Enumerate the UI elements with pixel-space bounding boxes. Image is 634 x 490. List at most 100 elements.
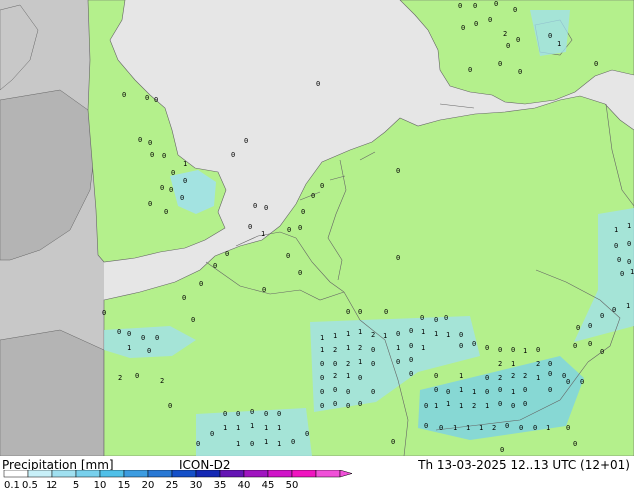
- scale-overflow-arrow: [339, 470, 353, 478]
- rain-value-mark: 0: [468, 66, 472, 74]
- rain-value-mark: 1: [236, 440, 240, 448]
- rain-value-mark: 0: [102, 309, 106, 317]
- rain-value-mark: 0: [333, 360, 337, 368]
- rain-value-mark: 0: [191, 316, 195, 324]
- scale-tick-label: 15: [118, 480, 131, 490]
- rain-value-mark: 0: [162, 152, 166, 160]
- scale-color-box: [171, 470, 197, 478]
- rain-value-mark: 2: [536, 360, 540, 368]
- rain-value-mark: 0: [566, 378, 570, 386]
- rain-value-mark: 0: [396, 330, 400, 338]
- color-scale-legend: 0.1 0.5 12 5 10 15 20 25 30 35 40 45 50: [3, 470, 353, 490]
- rain-value-mark: 0: [434, 372, 438, 380]
- scale-tick-label: 25: [166, 480, 179, 490]
- rain-value-mark: 0: [516, 36, 520, 44]
- rain-value-mark: 0: [135, 372, 139, 380]
- rain-value-mark: 0: [511, 346, 515, 354]
- scale-tick-label: 40: [238, 480, 251, 490]
- scale-tick-label: 20: [142, 480, 155, 490]
- rain-value-mark: 0: [548, 32, 552, 40]
- rain-value-mark: 0: [298, 224, 302, 232]
- rain-value-mark: 0: [566, 424, 570, 432]
- rain-value-mark: 1: [446, 400, 450, 408]
- rain-value-mark: 0: [506, 42, 510, 50]
- rain-value-mark: 0: [461, 24, 465, 32]
- rain-value-mark: 1: [453, 424, 457, 432]
- rain-value-mark: 0: [409, 342, 413, 350]
- rain-value-mark: 2: [333, 372, 337, 380]
- rain-value-mark: 1: [421, 328, 425, 336]
- rain-value-mark: 1: [630, 268, 634, 276]
- rain-value-mark: 1: [459, 402, 463, 410]
- rain-value-mark: 0: [371, 346, 375, 354]
- rain-value-mark: 0: [548, 360, 552, 368]
- rain-value-mark: 2: [371, 331, 375, 339]
- rain-value-mark: 0: [409, 356, 413, 364]
- rain-value-mark: 0: [371, 388, 375, 396]
- rain-value-mark: 0: [523, 400, 527, 408]
- rain-value-mark: 0: [396, 167, 400, 175]
- rain-value-mark: 1: [459, 386, 463, 394]
- rain-value-mark: 2: [346, 360, 350, 368]
- rain-value-mark: 1: [346, 330, 350, 338]
- rain-value-mark: 0: [164, 208, 168, 216]
- rain-value-mark: 1: [127, 344, 131, 352]
- rain-value-mark: 0: [264, 410, 268, 418]
- rain-value-mark: 1: [223, 424, 227, 432]
- rain-value-mark: 1: [459, 372, 463, 380]
- rain-value-mark: 0: [180, 194, 184, 202]
- rain-value-mark: 0: [439, 424, 443, 432]
- scale-color-box: [243, 470, 269, 478]
- rain-value-mark: 0: [305, 430, 309, 438]
- rain-value-mark: 0: [420, 314, 424, 322]
- rain-value-mark: 1: [277, 440, 281, 448]
- rain-value-mark: 2: [160, 377, 164, 385]
- rain-value-mark: 0: [519, 424, 523, 432]
- scale-tick-label: 35: [214, 480, 227, 490]
- rain-value-mark: 1: [434, 330, 438, 338]
- scale-color-box: [99, 470, 125, 478]
- rain-value-mark: 0: [264, 204, 268, 212]
- rain-value-mark: 0: [573, 342, 577, 350]
- rain-value-mark: 1: [183, 160, 187, 168]
- rain-value-mark: 0: [485, 344, 489, 352]
- rain-value-mark: 0: [311, 192, 315, 200]
- rain-value-mark: 1: [511, 360, 515, 368]
- rain-value-mark: 2: [472, 402, 476, 410]
- rain-value-mark: 0: [244, 137, 248, 145]
- rain-value-mark: 1: [614, 226, 618, 234]
- rain-value-mark: 0: [320, 182, 324, 190]
- rain-value-mark: 0: [627, 258, 631, 266]
- rain-value-mark: 0: [473, 2, 477, 10]
- rain-value-mark: 0: [396, 358, 400, 366]
- rain-value-mark: 0: [600, 348, 604, 356]
- rain-value-mark: 2: [358, 344, 362, 352]
- rain-value-mark: 0: [523, 386, 527, 394]
- scale-tick-label: 0.5: [22, 480, 38, 490]
- rain-value-mark: 0: [148, 200, 152, 208]
- rain-value-mark: 0: [320, 360, 324, 368]
- rain-value-mark: 0: [333, 400, 337, 408]
- rain-value-mark: 0: [588, 340, 592, 348]
- rain-value-mark: 0: [620, 270, 624, 278]
- rain-value-mark: 0: [250, 440, 254, 448]
- rain-value-mark: 2: [503, 30, 507, 38]
- rain-value-mark: 0: [277, 410, 281, 418]
- scale-color-box: [27, 470, 53, 478]
- rain-value-mark: 0: [485, 374, 489, 382]
- rain-value-mark: 1: [346, 372, 350, 380]
- rain-value-mark: 0: [513, 6, 517, 14]
- rain-value-mark: 2: [498, 360, 502, 368]
- rain-value-mark: 0: [117, 328, 121, 336]
- rain-value-mark: 0: [248, 223, 252, 231]
- rain-value-mark: 0: [320, 388, 324, 396]
- scale-tick-label: 50: [286, 480, 299, 490]
- rain-value-mark: 0: [573, 440, 577, 448]
- rain-value-mark: 0: [145, 94, 149, 102]
- rain-value-mark: 1: [333, 332, 337, 340]
- rain-value-mark: 0: [168, 402, 172, 410]
- rain-value-mark: 0: [155, 334, 159, 342]
- rain-value-mark: 0: [169, 186, 173, 194]
- rain-value-mark: 1: [546, 424, 550, 432]
- rain-value-mark: 1: [264, 424, 268, 432]
